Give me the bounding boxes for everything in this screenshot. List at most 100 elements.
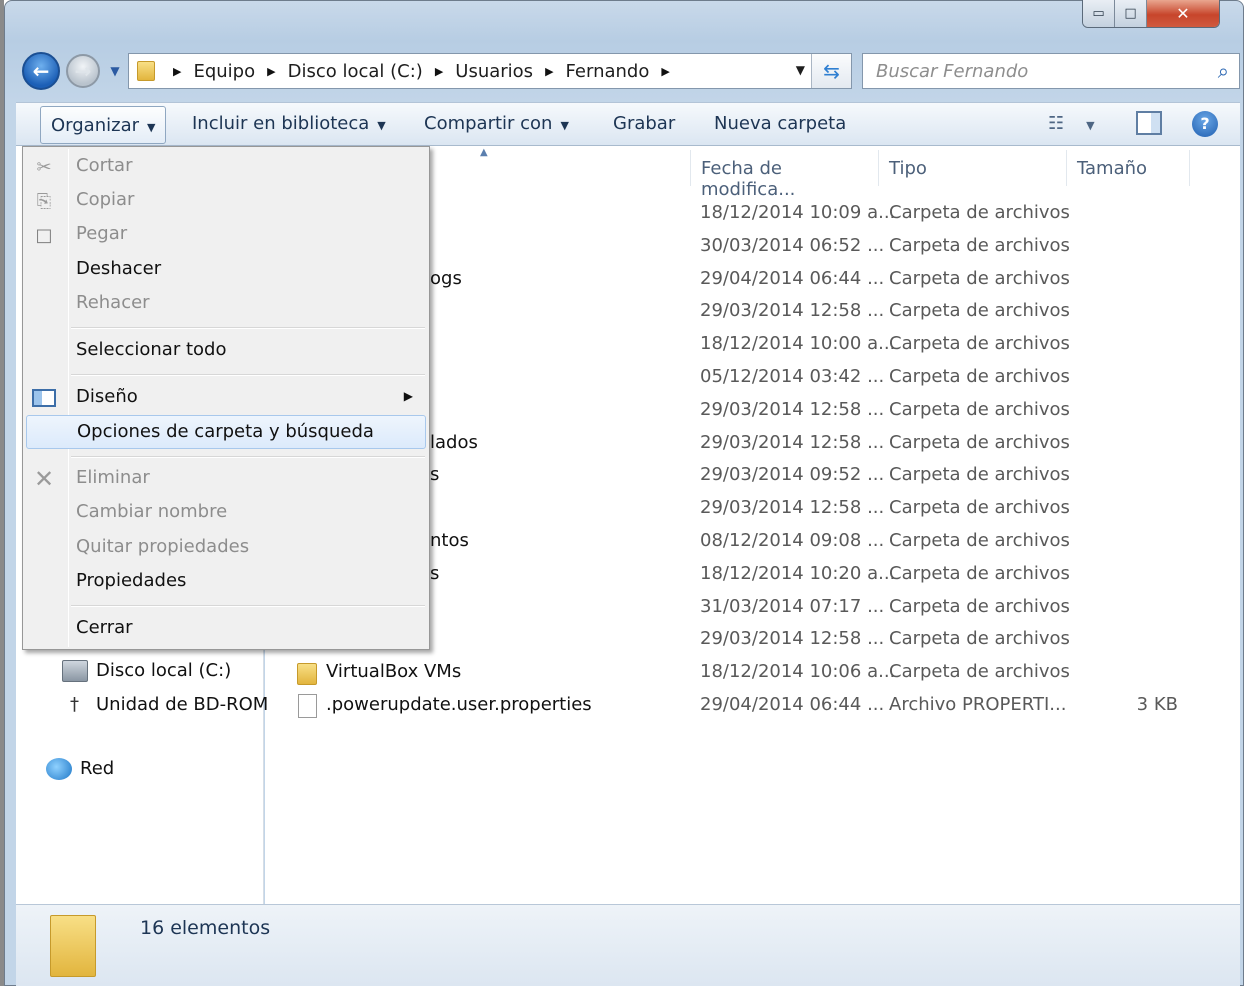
menu-separator	[71, 374, 425, 376]
file-type: Carpeta de archivos	[889, 464, 1070, 486]
folder-icon	[297, 663, 317, 686]
file-date: 29/03/2014 12:58 ...	[700, 300, 885, 322]
file-type: Carpeta de archivos	[889, 202, 1070, 223]
file-date: 18/12/2014 10:20 a...	[700, 562, 896, 584]
close-button[interactable]: ✕	[1147, 0, 1219, 27]
file-type: Archivo PROPERTI...	[889, 694, 1067, 715]
file-date: 29/03/2014 12:58 ...	[700, 497, 885, 519]
menu-separator	[71, 456, 425, 458]
file-name: s	[430, 464, 440, 486]
organize-button[interactable]: Organizar ▼	[40, 106, 167, 144]
search-box[interactable]: Buscar Fernando ⌕	[862, 53, 1240, 89]
menu-item-delete[interactable]: ✕ Eliminar	[23, 462, 429, 496]
column-type[interactable]: Tipo	[878, 150, 1066, 186]
table-row[interactable]: VirtualBox VMs 18/12/2014 10:06 a... Carpe…	[265, 657, 1240, 690]
menu-item-close[interactable]: Cerrar	[23, 612, 429, 646]
file-date: 05/12/2014 03:42 ...	[700, 366, 885, 387]
address-bar[interactable]: ▶ Equipo ▶ Disco local (C:) ▶ Usuarios ▶…	[128, 53, 852, 89]
breadcrumb-disco-local[interactable]: Disco local (C:)	[288, 61, 423, 82]
item-count: 16 elementos	[140, 917, 271, 939]
breadcrumb-arrow-icon[interactable]: ▶	[661, 65, 669, 78]
folder-icon	[137, 61, 155, 81]
menu-item-rename[interactable]: Cambiar nombre	[23, 496, 429, 530]
file-date: 30/03/2014 06:52 ...	[700, 234, 885, 256]
table-row[interactable]: .powerupdate.user.properties 29/04/2014 0…	[265, 690, 1240, 723]
file-name: ntos	[430, 530, 469, 551]
breadcrumb-usuarios[interactable]: Usuarios	[455, 61, 533, 82]
menu-item-layout[interactable]: Diseño ▶	[23, 381, 429, 415]
share-with-button[interactable]: Compartir con ▼	[424, 113, 569, 134]
layout-icon	[31, 385, 57, 411]
file-date: 29/04/2014 06:44 ...	[700, 694, 885, 715]
search-input[interactable]: Buscar Fernando	[876, 61, 1028, 82]
file-date: 29/03/2014 12:58 ...	[700, 398, 885, 420]
help-icon[interactable]: ?	[1192, 111, 1218, 137]
menu-item-redo[interactable]: Rehacer	[23, 287, 429, 321]
forward-button[interactable]: →	[66, 54, 100, 88]
optical-drive-icon: †	[70, 694, 79, 715]
chevron-down-icon: ▼	[1086, 119, 1095, 132]
menu-item-folder-options[interactable]: Opciones de carpeta y búsqueda	[26, 415, 426, 449]
recent-pages-dropdown[interactable]: ▼	[108, 62, 122, 80]
file-type: Carpeta de archivos	[889, 497, 1070, 519]
minimize-icon: ▭	[1092, 6, 1105, 21]
share-label: Compartir con	[424, 113, 553, 134]
include-in-library-button[interactable]: Incluir en biblioteca ▼	[192, 113, 386, 134]
breadcrumb-arrow-icon[interactable]: ▶	[267, 65, 275, 78]
refresh-button[interactable]: ⇆	[811, 54, 851, 88]
file-type: Carpeta de archivos	[889, 366, 1070, 387]
menu-item-copy[interactable]: ⎘ Copiar	[23, 184, 429, 218]
file-type: Carpeta de archivos	[889, 628, 1070, 650]
file-type: Carpeta de archivos	[889, 333, 1070, 355]
menu-item-undo[interactable]: Deshacer	[23, 253, 429, 287]
chevron-down-icon: ▼	[147, 121, 156, 134]
minimize-button[interactable]: ▭	[1083, 0, 1115, 27]
preview-pane-icon[interactable]	[1136, 111, 1162, 135]
file-date: 29/03/2014 12:58 ...	[700, 431, 885, 453]
burn-button[interactable]: Grabar	[613, 113, 675, 134]
breadcrumb-arrow-icon[interactable]: ▶	[435, 65, 443, 78]
file-date: 18/12/2014 10:06 a...	[700, 661, 896, 683]
menu-item-properties[interactable]: Propiedades	[23, 565, 429, 599]
breadcrumb-fernando[interactable]: Fernando	[566, 61, 650, 82]
file-date: 18/12/2014 10:09 a...	[700, 202, 896, 223]
breadcrumb-arrow-icon[interactable]: ▶	[545, 65, 553, 78]
bd-rom-label: Unidad de BD-ROM	[96, 694, 269, 715]
organize-label: Organizar	[51, 115, 139, 136]
file-name: s	[430, 562, 440, 584]
menu-item-select-all[interactable]: Seleccionar todo	[23, 334, 429, 368]
file-type: Carpeta de archivos	[889, 530, 1070, 551]
back-arrow-icon: ←	[32, 59, 50, 83]
close-icon: ✕	[1176, 4, 1190, 23]
menu-item-cut[interactable]: ✂ Cortar	[23, 150, 429, 184]
local-disk-icon	[62, 660, 88, 682]
search-icon[interactable]: ⌕	[1218, 59, 1229, 83]
column-size[interactable]: Tamaño	[1066, 150, 1190, 186]
refresh-icon: ⇆	[823, 59, 840, 83]
file-size: 3 KB	[1136, 694, 1178, 715]
file-name: .powerupdate.user.properties	[326, 694, 592, 715]
new-folder-button[interactable]: Nueva carpeta	[714, 113, 846, 134]
local-disk-label: Disco local (C:)	[96, 660, 232, 681]
menu-item-paste[interactable]: □ Pegar	[23, 218, 429, 252]
breadcrumb-arrow-icon[interactable]: ▶	[173, 65, 181, 78]
file-date: 31/03/2014 07:17 ...	[700, 595, 885, 617]
address-dropdown-icon[interactable]: ▼	[796, 63, 805, 77]
file-date: 29/03/2014 12:58 ...	[700, 628, 885, 650]
submenu-arrow-icon: ▶	[403, 389, 413, 403]
menu-separator	[71, 327, 425, 329]
menu-item-remove-properties[interactable]: Quitar propiedades	[23, 531, 429, 565]
file-type: Carpeta de archivos	[889, 300, 1070, 322]
delete-x-icon: ✕	[33, 465, 55, 493]
chevron-down-icon: ▼	[377, 119, 386, 132]
file-name: VirtualBox VMs	[326, 661, 462, 683]
breadcrumb-equipo[interactable]: Equipo	[193, 61, 255, 82]
maximize-button[interactable]: □	[1115, 0, 1147, 27]
file-date: 18/12/2014 10:00 a...	[700, 333, 896, 355]
view-options-button[interactable]: ☷ ▼	[1048, 113, 1095, 134]
column-date[interactable]: Fecha de modifica...	[690, 150, 878, 200]
scissors-icon: ✂	[36, 156, 52, 178]
network-icon	[46, 758, 72, 780]
back-button[interactable]: ←	[22, 52, 60, 90]
organize-menu: ✂ Cortar ⎘ Copiar □ Pegar Deshacer Rehacer …	[22, 146, 430, 650]
